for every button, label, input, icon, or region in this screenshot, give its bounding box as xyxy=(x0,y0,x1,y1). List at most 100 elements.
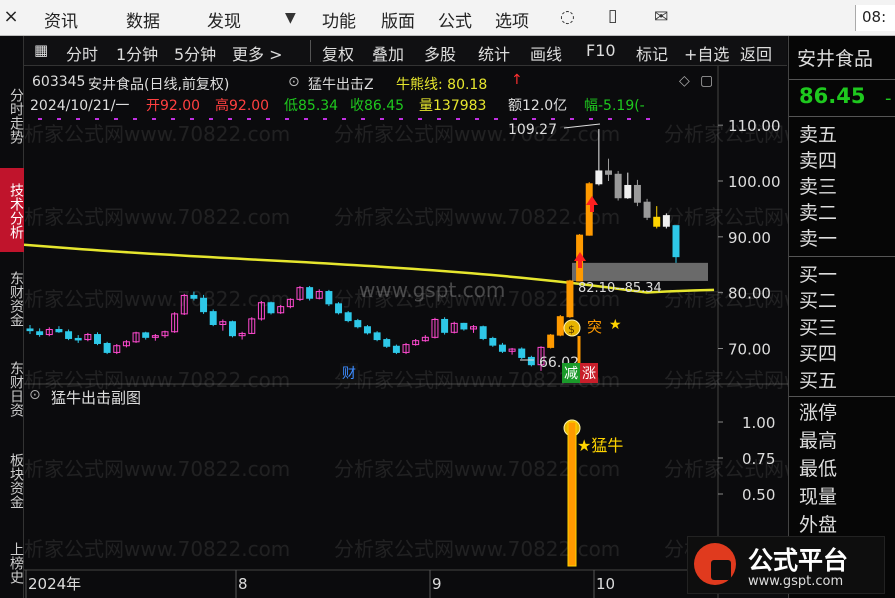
dot-marker xyxy=(133,118,137,120)
panel-divider xyxy=(789,79,895,80)
reduce-marker[interactable]: 减 xyxy=(562,363,580,383)
tool-mark[interactable]: 标记 xyxy=(636,41,668,65)
menu-function[interactable]: 功能 xyxy=(322,7,356,32)
kline-chart[interactable]: 分析家公式网www.70822.com 分析家公式网www.70822.com 分析… xyxy=(24,66,788,598)
dot-marker xyxy=(114,118,118,120)
dot-marker xyxy=(475,118,479,120)
bid-level: 买三 xyxy=(799,317,838,339)
candle-body xyxy=(325,291,333,305)
dot-marker xyxy=(285,118,289,120)
high-price-label: 109.27 xyxy=(508,122,557,138)
tool-overlay[interactable]: 叠加 xyxy=(372,41,404,65)
price-tick-label: 90.00 xyxy=(728,229,771,247)
tool-add-watchlist[interactable]: +自选 xyxy=(684,41,729,65)
price-tick-label: 80.00 xyxy=(728,285,771,303)
dot-marker xyxy=(627,118,631,120)
tool-back[interactable]: 返回 xyxy=(740,41,772,65)
tab-daily-money[interactable]: 东财日资 xyxy=(0,348,24,428)
repeat-watermark: 分析家公式网www.70822.com xyxy=(24,287,290,311)
tool-5min[interactable]: 5分钟 xyxy=(174,41,216,65)
tool-f10[interactable]: F10 xyxy=(586,41,616,60)
tab-money-flow[interactable]: 东财资金 xyxy=(0,258,24,338)
dot-marker xyxy=(152,118,156,120)
range-label: 82.10--85.34 xyxy=(578,281,662,296)
tool-stats[interactable]: 统计 xyxy=(478,41,510,65)
indicator-dropdown-icon[interactable]: ⊙ xyxy=(288,74,300,90)
tool-adjust[interactable]: 复权 xyxy=(322,41,354,65)
phone-icon[interactable]: ▯ xyxy=(608,6,617,26)
tab-sector-money[interactable]: 板块资金 xyxy=(0,440,24,520)
dot-marker xyxy=(190,118,194,120)
tool-1min[interactable]: 1分钟 xyxy=(116,41,158,65)
bar-close: 收86.45 xyxy=(350,98,405,114)
candle-body xyxy=(672,225,680,258)
gspt-logo: 公式平台 www.gspt.com xyxy=(687,536,885,594)
price-tick-label: 110.00 xyxy=(728,117,781,135)
breakout-label: 突 xyxy=(587,318,603,336)
dot-marker xyxy=(418,118,422,120)
window-icon[interactable]: ▢ xyxy=(700,73,713,89)
panel-stock-name: 安井食品 xyxy=(797,48,874,70)
menu-formula[interactable]: 公式 xyxy=(438,7,472,32)
grid-icon[interactable]: ▦ xyxy=(34,41,48,59)
tool-multi-stock[interactable]: 多股 xyxy=(424,41,456,65)
ask-level: 卖二 xyxy=(799,202,838,224)
menu-options[interactable]: 选项 xyxy=(495,7,529,32)
candle-body xyxy=(267,302,275,314)
limit-up-marker[interactable]: 涨 xyxy=(580,363,598,383)
dot-marker xyxy=(589,118,593,120)
bar-change: 幅-5.19(- xyxy=(584,98,645,114)
diamond-icon[interactable]: ◇ xyxy=(679,73,690,89)
logo-title: 公式平台 xyxy=(748,546,849,575)
tab-billboard[interactable]: 上榜史 xyxy=(0,530,24,594)
candle-body xyxy=(662,215,670,227)
app-window: × 资讯 数据 发现 ▼ 功能 版面 公式 选项 ◌ ▯ ✉ 08: 分时走势 … xyxy=(0,0,895,598)
menu-news[interactable]: 资讯 xyxy=(44,7,78,32)
star-icon: ★ xyxy=(609,317,622,333)
menu-layout[interactable]: 版面 xyxy=(381,7,415,32)
buy-arrow-stem xyxy=(590,205,594,212)
panel-divider xyxy=(789,116,895,117)
bar-low: 低85.34 xyxy=(284,98,339,114)
candle-body xyxy=(306,287,314,299)
quote-panel: 安井食品 86.45 - 卖五 卖四 卖三 卖二 卖一 买一 买二 买三 买四 … xyxy=(788,36,895,598)
close-icon[interactable]: × xyxy=(0,6,22,30)
buy-arrow-icon xyxy=(574,252,586,261)
time-tick-label: 9 xyxy=(432,575,442,593)
tab-technical[interactable]: 技术分析 xyxy=(0,168,24,252)
candle-body xyxy=(547,334,555,348)
dot-marker xyxy=(209,118,213,120)
dot-marker xyxy=(361,118,365,120)
dot-marker xyxy=(513,118,517,120)
candle-body xyxy=(142,332,150,338)
repeat-watermark: 分析家公式网www.70822.com xyxy=(24,457,290,481)
menu-discover[interactable]: 发现 xyxy=(207,7,241,32)
ask-level: 卖四 xyxy=(799,150,838,172)
dot-marker xyxy=(380,118,384,120)
repeat-watermark: 分析家公式网www.70822.com xyxy=(334,537,620,561)
tool-more[interactable]: 更多 > xyxy=(232,41,283,65)
site-watermark: www.gspt.com xyxy=(359,278,506,302)
range-band xyxy=(572,262,708,281)
candle-body xyxy=(479,326,487,339)
tool-intraday[interactable]: 分时 xyxy=(66,41,98,65)
sub-chart-dropdown-icon[interactable]: ⊙ xyxy=(29,387,41,403)
stat-label: 涨停 xyxy=(799,402,838,424)
dot-marker xyxy=(532,118,536,120)
mail-icon[interactable]: ✉ xyxy=(654,7,668,27)
chat-icon[interactable]: ◌ xyxy=(560,7,575,27)
finance-marker[interactable]: 财 xyxy=(340,363,358,383)
candle-body xyxy=(26,328,34,332)
tab-intraday[interactable]: 分时走势 xyxy=(0,76,24,154)
indicator-name[interactable]: 猛牛出击Z xyxy=(308,74,374,94)
tool-draw[interactable]: 画线 xyxy=(530,41,562,65)
repeat-watermark: 分析家公式网www.70822.com xyxy=(24,205,290,229)
bar-open: 开92.00 xyxy=(146,98,201,114)
candle-body xyxy=(74,337,82,341)
dot-marker xyxy=(76,118,80,120)
dropdown-arrow-icon[interactable]: ▼ xyxy=(285,10,296,26)
sub-chart-title: 猛牛出击副图 xyxy=(51,389,142,407)
panel-divider xyxy=(789,256,895,257)
clock: 08: xyxy=(855,5,895,31)
menu-data[interactable]: 数据 xyxy=(126,7,160,32)
